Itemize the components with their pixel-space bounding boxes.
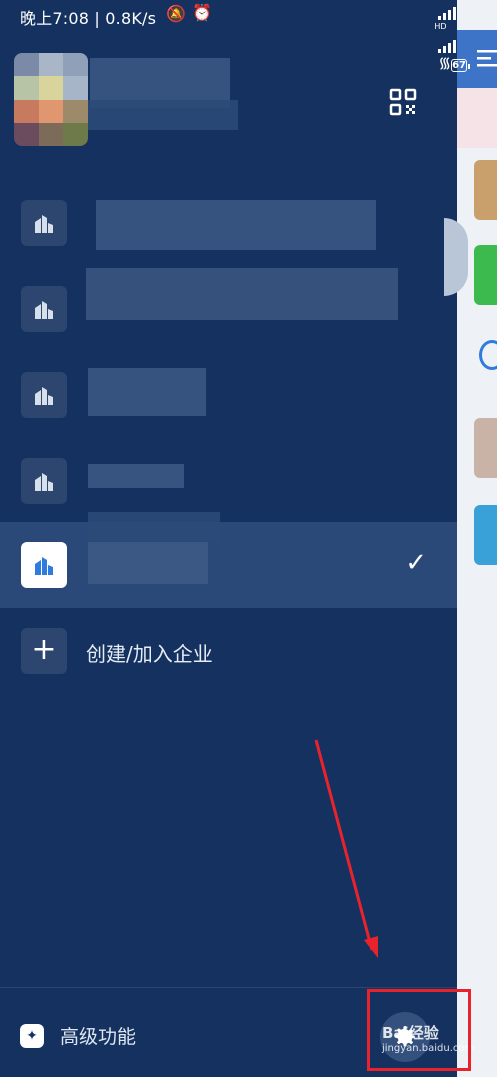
- building-icon: [21, 542, 67, 588]
- chat-bubble-icon[interactable]: [479, 340, 497, 370]
- status-bar: 晚上7:08 | 0.8K/s 🔕 ⏰: [0, 0, 457, 30]
- main-screen-peek[interactable]: [457, 0, 497, 1077]
- chat-avatar[interactable]: [474, 160, 497, 220]
- battery-icon: 67: [451, 59, 467, 72]
- selected-check-icon: ✓: [405, 548, 427, 578]
- blurred-org-name: [96, 200, 376, 250]
- building-icon: [21, 286, 67, 332]
- alarm-icon: ⏰: [192, 3, 212, 22]
- status-time: 晚上7:08 | 0.8K/s: [20, 9, 157, 28]
- menu-icon[interactable]: [477, 50, 497, 70]
- building-icon: [21, 372, 67, 418]
- chat-avatar[interactable]: [474, 418, 497, 478]
- blurred-org-name: [88, 464, 184, 488]
- blurred-org-name: [86, 268, 398, 320]
- chat-avatar[interactable]: [474, 505, 497, 565]
- create-join-org-label: 创建/加入企业: [86, 642, 213, 666]
- user-avatar[interactable]: [14, 53, 88, 146]
- org-item-active[interactable]: ✓: [0, 512, 457, 608]
- edge-bubble: [444, 218, 468, 296]
- wifi-icon: ᯾: [438, 54, 452, 72]
- blurred-user-info: [88, 100, 238, 130]
- org-item[interactable]: [0, 266, 457, 352]
- mute-icon: 🔕: [166, 4, 186, 23]
- org-item[interactable]: [0, 180, 457, 266]
- annotation-box: [367, 989, 471, 1071]
- sparkle-icon: ✦: [20, 1023, 44, 1048]
- divider: [0, 987, 457, 988]
- advanced-features-button[interactable]: ✦ 高级功能: [20, 1022, 136, 1049]
- advanced-features-label: 高级功能: [60, 1026, 137, 1048]
- create-join-org-button[interactable]: + 创建/加入企业: [0, 626, 457, 676]
- building-icon: [21, 200, 67, 246]
- chat-avatar[interactable]: [474, 245, 497, 305]
- hd-label: HD: [434, 22, 447, 31]
- signal-icon: [438, 39, 467, 53]
- qr-code-icon[interactable]: [389, 88, 417, 116]
- org-item[interactable]: [0, 438, 457, 524]
- banner-strip: [457, 88, 497, 148]
- plus-icon: +: [21, 628, 67, 674]
- building-icon: [21, 458, 67, 504]
- blurred-org-name: [88, 512, 220, 542]
- blurred-org-name: [88, 368, 206, 416]
- status-icons: HD ᯾67: [434, 6, 467, 73]
- org-item[interactable]: [0, 352, 457, 438]
- signal-icon: [438, 6, 467, 20]
- blurred-org-name: [88, 542, 208, 584]
- org-drawer: 晚上7:08 | 0.8K/s 🔕 ⏰ ✓ + 创建/加入企业 ✦ 高级功能: [0, 0, 457, 1077]
